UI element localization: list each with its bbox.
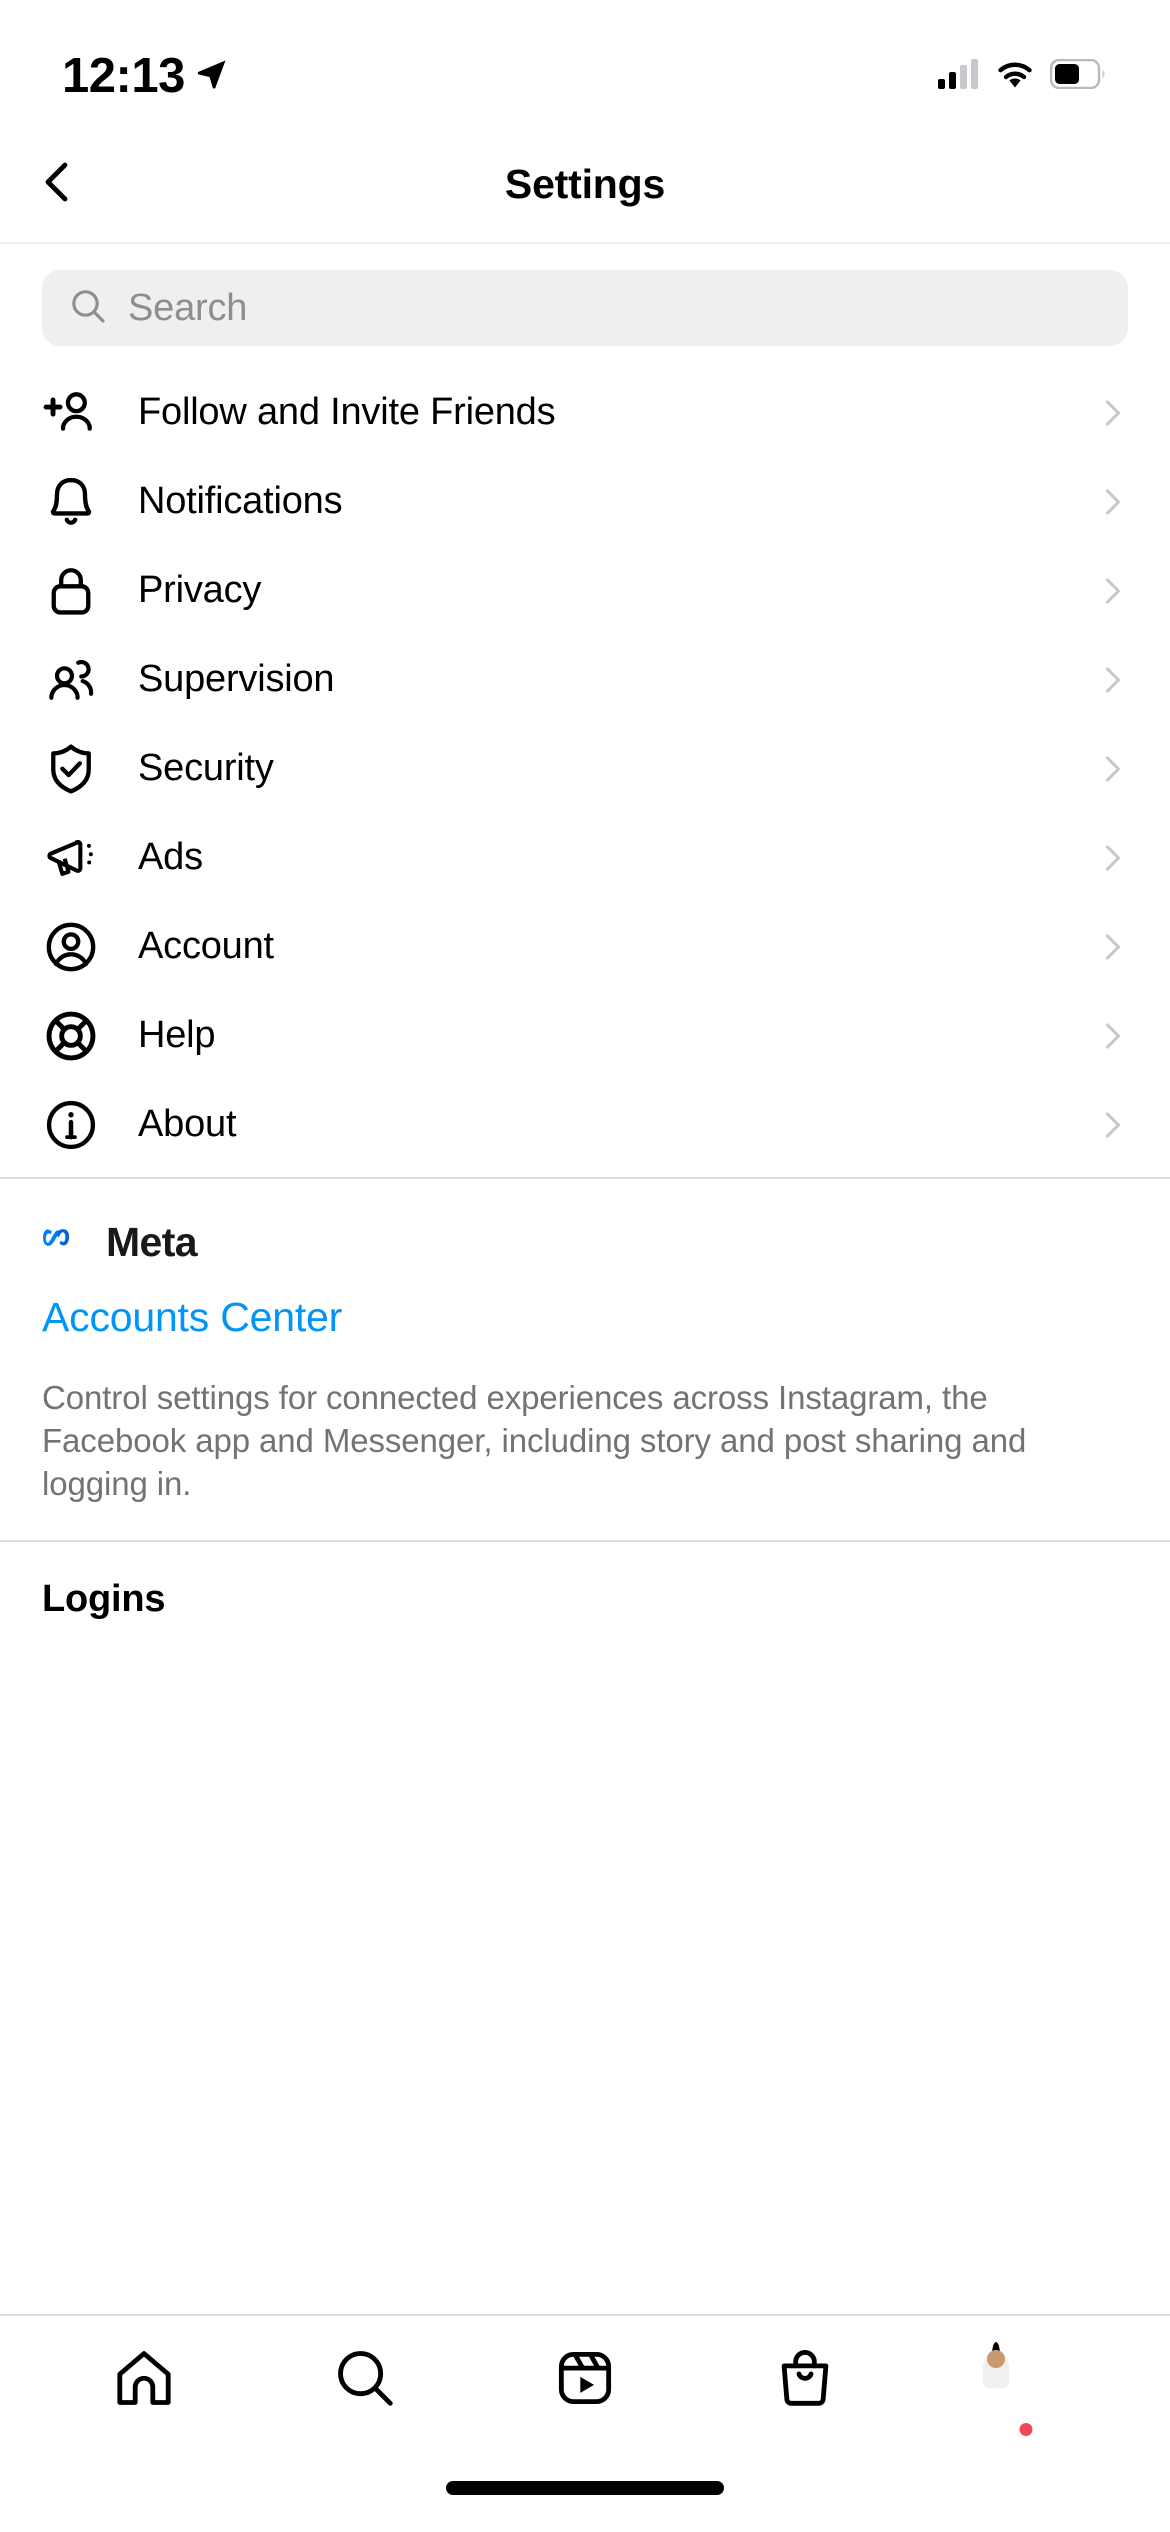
menu-item-label: Supervision xyxy=(138,658,335,700)
location-arrow-icon xyxy=(195,57,229,96)
chevron-right-icon xyxy=(1092,574,1132,608)
settings-screen: 12:13 Settings Search Follow and Invite … xyxy=(0,0,1170,2532)
wifi-icon xyxy=(994,59,1036,94)
chevron-right-icon xyxy=(1092,485,1132,519)
people-icon xyxy=(42,651,100,709)
tab-home[interactable] xyxy=(94,2330,194,2430)
lock-icon xyxy=(42,562,100,620)
menu-item-supervision[interactable]: Supervision xyxy=(0,635,1170,724)
menu-item-account[interactable]: Account xyxy=(0,902,1170,991)
chevron-right-icon xyxy=(1092,1019,1132,1053)
profile-avatar-icon xyxy=(991,2342,1060,2436)
menu-item-label: Notifications xyxy=(138,480,343,522)
home-indicator-area xyxy=(0,2444,1170,2532)
chevron-right-icon xyxy=(1092,930,1132,964)
page-title: Settings xyxy=(504,160,666,207)
settings-menu-list: Follow and Invite Friends Notifications xyxy=(0,368,1170,1177)
lifebuoy-icon xyxy=(42,1007,100,1065)
chevron-right-icon xyxy=(1092,841,1132,875)
shopping-bag-icon xyxy=(772,2345,838,2416)
meta-description: Control settings for connected experienc… xyxy=(42,1379,1027,1502)
chevron-right-icon xyxy=(1092,396,1132,430)
accounts-center-link[interactable]: Accounts Center xyxy=(42,1294,1128,1341)
cellular-bars-icon xyxy=(938,58,980,94)
menu-item-privacy[interactable]: Privacy xyxy=(0,546,1170,635)
menu-item-about[interactable]: About xyxy=(0,1080,1170,1169)
person-add-icon xyxy=(42,384,100,442)
avatar xyxy=(991,2342,1000,2367)
search-icon xyxy=(68,286,108,331)
menu-item-label: Ads xyxy=(138,836,203,878)
chevron-right-icon xyxy=(1092,752,1132,786)
tab-reels[interactable] xyxy=(535,2330,635,2430)
home-indicator[interactable] xyxy=(446,2481,724,2495)
menu-item-label: Privacy xyxy=(138,569,262,611)
logins-section: Logins xyxy=(0,1542,1170,1655)
account-circle-icon xyxy=(42,918,100,976)
navigation-header: Settings xyxy=(0,126,1170,244)
meta-brand: Meta xyxy=(42,1219,1128,1266)
bottom-tab-bar xyxy=(0,2314,1170,2444)
chevron-right-icon xyxy=(1092,1108,1132,1142)
menu-item-notifications[interactable]: Notifications xyxy=(0,457,1170,546)
menu-item-help[interactable]: Help xyxy=(0,991,1170,1080)
menu-item-label: About xyxy=(138,1103,237,1145)
chevron-right-icon xyxy=(1092,663,1132,697)
chevron-left-icon xyxy=(34,158,82,211)
battery-icon xyxy=(1049,58,1108,94)
bell-icon xyxy=(42,473,100,531)
menu-item-ads[interactable]: Ads xyxy=(0,813,1170,902)
shield-check-icon xyxy=(42,740,100,798)
search-icon xyxy=(332,2345,398,2416)
status-bar-right xyxy=(938,33,1108,94)
tab-shop[interactable] xyxy=(755,2330,855,2430)
status-time: 12:13 xyxy=(62,48,185,103)
menu-item-label: Security xyxy=(138,747,274,789)
logins-heading: Logins xyxy=(42,1577,166,1620)
search-input[interactable]: Search xyxy=(42,270,1128,346)
meta-brand-name: Meta xyxy=(106,1219,198,1265)
menu-item-label: Help xyxy=(138,1014,216,1056)
megaphone-icon xyxy=(42,829,100,887)
menu-item-security[interactable]: Security xyxy=(0,724,1170,813)
meta-infinity-logo-icon xyxy=(42,1223,92,1262)
menu-item-label: Follow and Invite Friends xyxy=(138,391,556,433)
menu-item-follow-and-invite-friends[interactable]: Follow and Invite Friends xyxy=(0,368,1170,457)
tab-search[interactable] xyxy=(315,2330,415,2430)
menu-item-label: Account xyxy=(138,925,274,967)
status-bar: 12:13 xyxy=(0,0,1170,126)
status-bar-left: 12:13 xyxy=(62,26,229,101)
search-placeholder: Search xyxy=(128,286,248,329)
status-badge xyxy=(1019,2423,1033,2436)
meta-accounts-center-section: Meta Accounts Center Control settings fo… xyxy=(0,1179,1170,1540)
search-section: Search xyxy=(0,244,1170,368)
reels-play-icon xyxy=(552,2345,618,2416)
home-icon xyxy=(111,2345,177,2416)
back-button[interactable] xyxy=(22,148,94,220)
tab-profile[interactable] xyxy=(976,2330,1076,2436)
info-circle-icon xyxy=(42,1096,100,1154)
